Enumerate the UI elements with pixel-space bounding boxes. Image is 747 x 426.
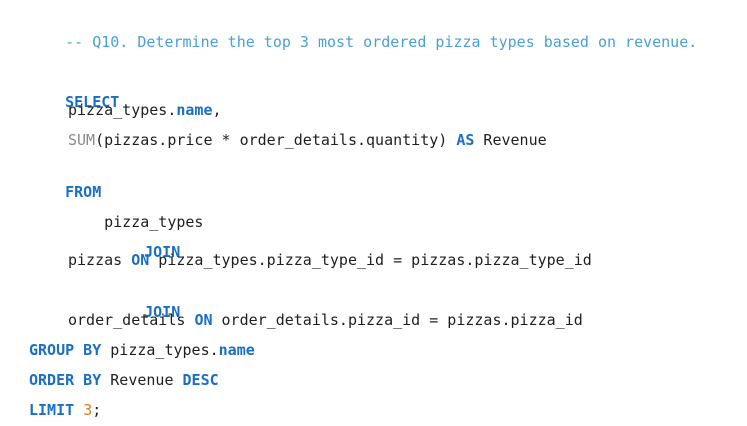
code-line-table-pizza-types: pizza_types — [68, 189, 203, 231]
join-condition-1: pizza_types.pizza_type_id = pizzas.pizza… — [149, 251, 592, 269]
semicolon: ; — [92, 401, 102, 419]
join-condition-2: order_details.pizza_id = pizzas.pizza_id — [212, 311, 583, 329]
code-line-limit: LIMIT 3; — [29, 399, 101, 421]
function-sum: SUM — [68, 131, 96, 149]
code-line-group-by: GROUP BY pizza_types.name — [29, 339, 255, 361]
keyword-as: AS — [456, 131, 475, 149]
sql-comment: -- Q10. Determine the top 3 most ordered… — [65, 33, 698, 51]
code-line-sum: SUM(pizzas.price * order_details.quantit… — [68, 129, 547, 151]
code-line-order-by: ORDER BY Revenue DESC — [29, 369, 219, 391]
keyword-name-group: name — [218, 341, 255, 359]
code-line-from: FROM — [29, 159, 101, 201]
group-by-prefix: pizza_types. — [101, 341, 219, 359]
sum-arguments: (pizzas.price * order_details.quantity) — [95, 131, 457, 149]
code-line-select: SELECT — [29, 69, 119, 111]
code-editor: -- Q10. Determine the top 3 most ordered… — [0, 0, 747, 426]
keyword-desc: DESC — [182, 371, 219, 389]
keyword-name: name — [176, 101, 213, 119]
comma: , — [212, 101, 222, 119]
code-line-join-1: JOIN — [108, 219, 180, 261]
keyword-on-1: ON — [131, 251, 150, 269]
column-prefix: pizza_types. — [68, 101, 177, 119]
keyword-order-by: ORDER BY — [29, 371, 102, 389]
table-pizzas: pizzas — [68, 251, 132, 269]
code-line-join-2: JOIN — [108, 279, 180, 321]
keyword-limit: LIMIT — [29, 401, 75, 419]
code-line-on-2: order_details ON order_details.pizza_id … — [68, 309, 583, 331]
limit-number: 3 — [83, 401, 93, 419]
table-order-details: order_details — [68, 311, 195, 329]
code-line-column-name: pizza_types.name, — [68, 99, 222, 121]
code-line-on-1: pizzas ON pizza_types.pizza_type_id = pi… — [68, 249, 592, 271]
code-line-comment: -- Q10. Determine the top 3 most ordered… — [29, 9, 697, 51]
limit-space — [74, 401, 83, 419]
order-by-column: Revenue — [101, 371, 183, 389]
keyword-group-by: GROUP BY — [29, 341, 102, 359]
keyword-on-2: ON — [194, 311, 213, 329]
alias-revenue: Revenue — [474, 131, 547, 149]
